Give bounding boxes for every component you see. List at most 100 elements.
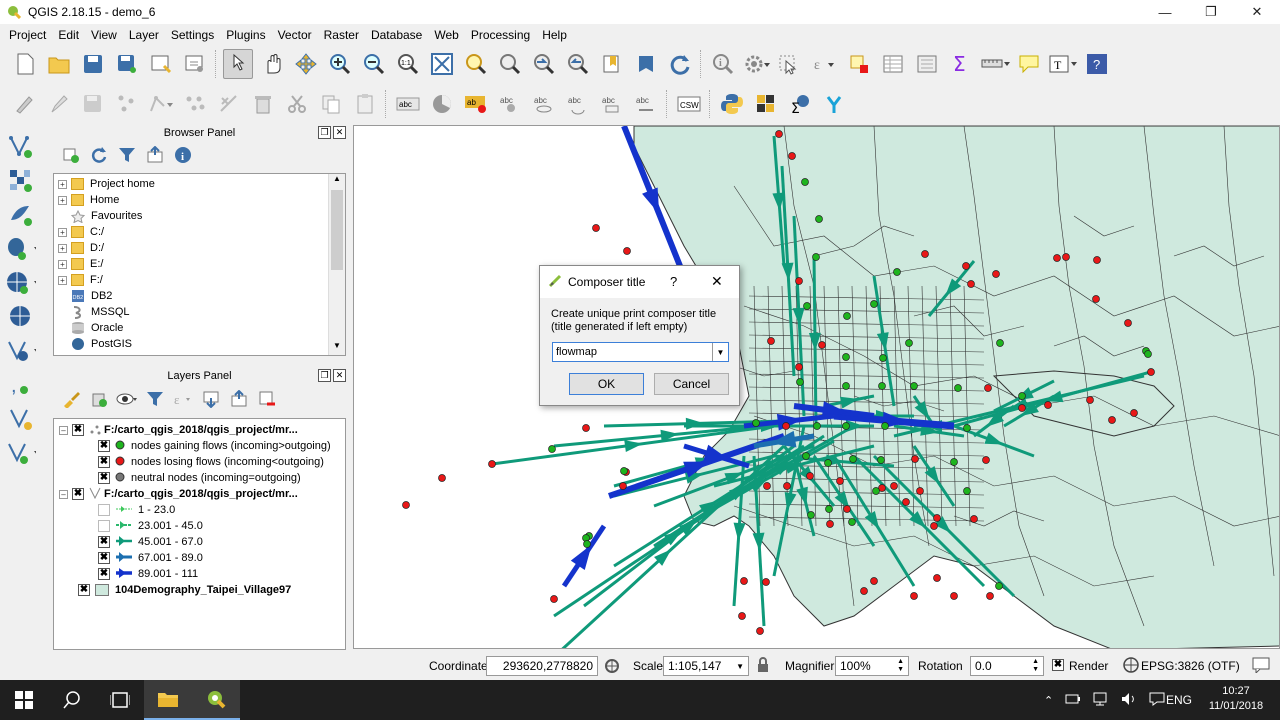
menu-project[interactable]: Project	[3, 28, 52, 42]
legend-item[interactable]: ✖ 45.001 - 67.0	[54, 534, 345, 550]
pan-hand-icon[interactable]	[257, 49, 287, 79]
rotate-label-icon[interactable]: abc	[563, 89, 593, 119]
add-raster-layer-icon[interactable]	[6, 166, 36, 196]
magnifier-value[interactable]: 100%	[840, 659, 897, 673]
scroll-thumb[interactable]	[331, 190, 343, 270]
visibility-icon[interactable]	[115, 387, 139, 411]
legend-item[interactable]: 23.001 - 45.0	[54, 518, 345, 534]
filter-legend-icon[interactable]	[143, 387, 167, 411]
clock[interactable]: 10:27 11/01/2018	[1204, 684, 1268, 714]
spin-icon[interactable]: ▲ ▼	[897, 658, 904, 674]
zoom-native-icon[interactable]: 1:1	[393, 49, 423, 79]
text-annotation-icon[interactable]: T	[1048, 49, 1078, 79]
change-label-icon[interactable]: abc	[597, 89, 627, 119]
browser-item[interactable]: + Home	[58, 192, 345, 208]
menu-raster[interactable]: Raster	[318, 28, 365, 42]
legend-item[interactable]: ✖ 67.001 - 89.0	[54, 550, 345, 566]
add-wfs-layer-icon[interactable]	[6, 336, 36, 366]
attribute-table-icon[interactable]	[878, 49, 908, 79]
legend-item[interactable]: ✖ 89.001 - 111	[54, 566, 345, 582]
toggle-editing-icon[interactable]	[44, 89, 74, 119]
chevron-down-icon[interactable]: ▼	[712, 343, 728, 361]
move-label-icon[interactable]: abc	[529, 89, 559, 119]
legend-checkbox[interactable]: ✖	[98, 472, 110, 484]
spin-icon[interactable]: ▲ ▼	[1032, 658, 1039, 674]
browser-item[interactable]: MSSQL	[58, 304, 345, 320]
chevron-down-icon[interactable]: ▼	[736, 662, 744, 671]
rotation-value[interactable]: 0.0	[975, 659, 1032, 673]
cancel-button[interactable]: Cancel	[654, 373, 729, 395]
zoom-selection-icon[interactable]	[461, 49, 491, 79]
field-calculator-icon[interactable]	[912, 49, 942, 79]
float-panel-button[interactable]: ❐	[318, 126, 331, 139]
menu-vector[interactable]: Vector	[272, 28, 318, 42]
csw-icon[interactable]: CSW	[674, 89, 704, 119]
current-edits-icon[interactable]	[10, 89, 40, 119]
delete-selected-icon[interactable]	[248, 89, 278, 119]
menu-edit[interactable]: Edit	[52, 28, 85, 42]
pan-select-icon[interactable]	[223, 49, 253, 79]
menu-plugins[interactable]: Plugins	[220, 28, 271, 42]
volume-icon[interactable]	[1121, 692, 1137, 709]
menu-help[interactable]: Help	[536, 28, 573, 42]
new-bookmark-icon[interactable]	[597, 49, 627, 79]
expand-icon[interactable]: +	[58, 243, 67, 253]
expand-icon[interactable]: +	[58, 227, 67, 237]
scale-field[interactable]: 1:105,147 ▼	[663, 656, 749, 676]
copy-icon[interactable]	[316, 89, 346, 119]
remove-layer-icon[interactable]	[255, 387, 279, 411]
dialog-close-button[interactable]: ✕	[711, 273, 723, 290]
browser-item[interactable]: + C:/	[58, 224, 345, 240]
toggle-extents-icon[interactable]	[604, 658, 620, 677]
file-explorer-icon[interactable]	[144, 680, 192, 720]
refresh-browser-icon[interactable]	[87, 143, 111, 167]
new-project-icon[interactable]	[10, 49, 40, 79]
float-panel-button[interactable]: ❐	[318, 369, 331, 382]
minimize-button[interactable]: —	[1142, 0, 1188, 24]
new-shapefile-icon[interactable]	[6, 404, 36, 434]
browser-item[interactable]: PostGIS	[58, 336, 345, 352]
browser-item[interactable]: + F:/	[58, 272, 345, 288]
map-canvas[interactable]	[353, 125, 1280, 649]
paste-icon[interactable]	[350, 89, 380, 119]
title-combobox[interactable]: flowmap ▼	[552, 342, 729, 362]
collapse-icon[interactable]: –	[59, 489, 68, 499]
legend-checkbox[interactable]	[98, 520, 110, 532]
add-feature-icon[interactable]	[112, 89, 142, 119]
save-as-icon[interactable]	[112, 49, 142, 79]
add-selected-layers-icon[interactable]	[59, 143, 83, 167]
show-hide-labels-icon[interactable]: abc	[495, 89, 525, 119]
battery-icon[interactable]	[1065, 693, 1081, 708]
menu-database[interactable]: Database	[365, 28, 428, 42]
add-group-icon[interactable]	[87, 387, 111, 411]
cut-icon[interactable]	[282, 89, 312, 119]
browser-item[interactable]: + D:/	[58, 240, 345, 256]
magnifier-field[interactable]: 100% ▲ ▼	[835, 656, 909, 676]
expand-icon[interactable]: +	[58, 195, 67, 205]
label-icon[interactable]: abc	[393, 89, 423, 119]
expand-all-icon[interactable]	[199, 387, 223, 411]
legend-item[interactable]: ✖ nodes losing flows (incoming<outgoing)	[54, 454, 345, 470]
select-by-expression-icon[interactable]: ε	[810, 49, 840, 79]
new-spatialite-icon[interactable]	[6, 438, 36, 468]
composer-manager-icon[interactable]	[180, 49, 210, 79]
zoom-out-icon[interactable]	[359, 49, 389, 79]
styling-icon[interactable]	[59, 387, 83, 411]
zoom-last-icon[interactable]	[529, 49, 559, 79]
language-indicator[interactable]: ENG	[1166, 693, 1192, 707]
statistics-icon[interactable]: Σ	[946, 49, 976, 79]
node-edit-icon[interactable]	[214, 89, 244, 119]
add-wcs-layer-icon[interactable]	[6, 302, 36, 332]
layer-checkbox[interactable]: ✖	[72, 424, 84, 436]
flow-map[interactable]	[354, 126, 1280, 649]
legend-checkbox[interactable]: ✖	[98, 552, 110, 564]
graphical-modeler-icon[interactable]	[819, 89, 849, 119]
browser-item[interactable]: Oracle	[58, 320, 345, 336]
chevron-up-icon[interactable]: ⌃	[1044, 694, 1053, 707]
select-features-icon[interactable]	[776, 49, 806, 79]
show-bookmarks-icon[interactable]	[631, 49, 661, 79]
maximize-button[interactable]: ❐	[1188, 0, 1234, 24]
browser-item[interactable]: + Project home	[58, 176, 345, 192]
render-checkbox[interactable]: ✖	[1052, 659, 1064, 671]
label-properties-icon[interactable]: abc	[631, 89, 661, 119]
